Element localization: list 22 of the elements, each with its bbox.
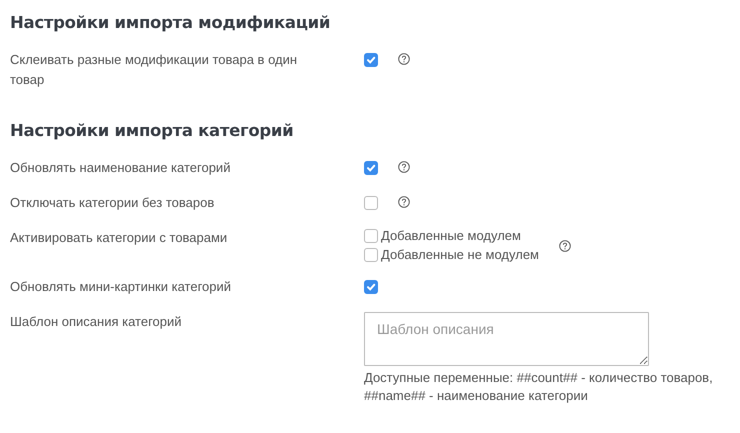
setting-label: Обновлять мини-картинки категорий <box>10 278 232 296</box>
checkbox[interactable] <box>364 248 378 262</box>
setting-label: Обновлять наименование категорий <box>10 159 232 177</box>
checkbox[interactable] <box>364 280 378 294</box>
option-label: Добавленные не модулем <box>381 247 539 263</box>
setting-label: Склеивать разные модификации товара в один товар <box>10 51 298 89</box>
setting-label: Активировать категории с товарами <box>10 229 228 247</box>
hint-text: Доступные переменные: ##count## - количество товаров, ##name## - наименование категории <box>364 369 714 405</box>
checkbox[interactable] <box>364 53 378 67</box>
section-title: Настройки импорта категорий <box>10 120 294 142</box>
section-title: Настройки импорта модификаций <box>10 12 332 34</box>
option-label: Добавленные модулем <box>381 228 521 244</box>
checkbox[interactable] <box>364 229 378 243</box>
setting-label: Отключать категории без товаров <box>10 194 216 212</box>
description-template-field[interactable]: Шаблон описания <box>364 312 649 366</box>
checkbox[interactable] <box>364 196 378 210</box>
help-icon[interactable] <box>558 240 571 252</box>
help-icon[interactable] <box>398 53 410 65</box>
help-icon[interactable] <box>398 196 410 208</box>
checkbox[interactable] <box>364 161 378 175</box>
setting-label: Шаблон описания категорий <box>10 313 183 331</box>
help-icon[interactable] <box>398 161 410 173</box>
